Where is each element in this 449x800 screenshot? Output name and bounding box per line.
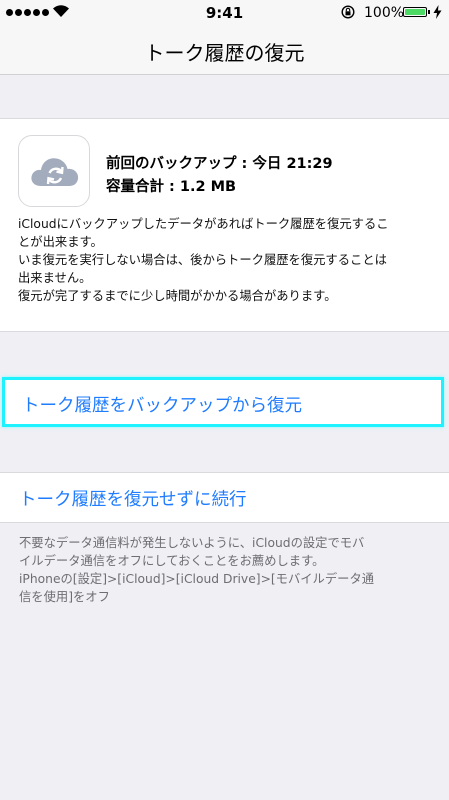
- charging-bolt-icon: [433, 5, 442, 19]
- mobile-data-note: 不要なデータ通信料が発生しないように、iCloudの設定でモバ イルデータ通信を…: [19, 536, 375, 604]
- status-bar: 9:41 100%: [0, 0, 449, 26]
- last-backup-text: 前回のバックアップ : 今日 21:29: [106, 156, 333, 172]
- backup-description: iCloudにバックアップしたデータがあればトーク履歴を復元するこ とが出来ます…: [18, 217, 389, 303]
- page-title: トーク履歴の復元: [144, 41, 305, 65]
- battery-icon: [403, 7, 427, 17]
- continue-without-restore-button[interactable]: トーク履歴を復元せずに続行: [0, 472, 449, 523]
- restore-from-backup-button[interactable]: トーク履歴をバックアップから復元: [2, 377, 444, 427]
- restore-from-backup-label: トーク履歴をバックアップから復元: [22, 396, 302, 416]
- battery-nub: [428, 10, 430, 14]
- battery-percent: 100%: [364, 5, 405, 21]
- backup-info-card: 前回のバックアップ : 今日 21:29 容量合計 : 1.2 MB iClou…: [0, 118, 449, 332]
- battery-fill: [405, 9, 425, 15]
- rotation-lock-icon: [341, 5, 355, 19]
- navigation-bar: トーク履歴の復元: [0, 26, 449, 75]
- cloud-icon: [31, 158, 79, 186]
- icloud-sync-icon: [18, 135, 90, 207]
- total-size-text: 容量合計 : 1.2 MB: [106, 179, 237, 195]
- continue-without-restore-label: トーク履歴を復元せずに続行: [19, 490, 247, 510]
